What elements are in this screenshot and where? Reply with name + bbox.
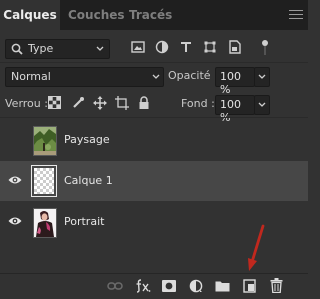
new-group-icon[interactable]: [215, 280, 230, 292]
new-layer-icon[interactable]: [243, 279, 256, 293]
lock-label: Verrou :: [5, 97, 48, 110]
chevron-down-icon: [258, 102, 266, 108]
opacity-label: Opacité :: [168, 69, 218, 82]
layer-row-paysage[interactable]: Paysage: [0, 120, 308, 160]
layer-name[interactable]: Paysage: [64, 133, 110, 146]
tab-couches[interactable]: Couches: [68, 0, 125, 30]
transparency-checkerboard: [34, 168, 54, 194]
layer-thumbnail: [33, 208, 57, 238]
adjustment-layer-icon[interactable]: [189, 279, 203, 293]
eye-icon[interactable]: [8, 216, 22, 226]
lock-image-pixels-icon[interactable]: [72, 96, 85, 109]
shape-filter-icon[interactable]: [203, 40, 217, 54]
chevron-down-icon: [152, 74, 160, 80]
lock-all-icon[interactable]: [138, 96, 150, 110]
portrait-thumbnail-image: [34, 209, 56, 237]
smart-object-filter-icon[interactable]: [228, 40, 242, 54]
delete-layer-icon[interactable]: [270, 278, 283, 293]
search-icon: [11, 43, 23, 55]
divider: [0, 62, 308, 63]
type-filter-icon[interactable]: [179, 40, 193, 54]
opacity-field[interactable]: 100 %: [215, 67, 255, 96]
tab-traces[interactable]: Tracés: [129, 0, 172, 30]
image-filter-icon[interactable]: [131, 40, 145, 54]
panel-tab-bar: Calques Couches Tracés: [0, 0, 308, 30]
layer-filter-select[interactable]: Type: [5, 39, 110, 59]
layers-bottom-toolbar: [0, 273, 308, 299]
layer-name[interactable]: Calque 1: [64, 174, 113, 187]
fx-icon[interactable]: [135, 277, 151, 293]
eye-icon[interactable]: [8, 175, 22, 185]
add-mask-icon[interactable]: [162, 280, 176, 292]
tab-calques[interactable]: Calques: [0, 0, 60, 30]
visibility-toggle-empty[interactable]: [6, 132, 24, 148]
lock-transparent-pixels-icon[interactable]: [48, 96, 61, 109]
fill-dropdown-button[interactable]: [254, 95, 270, 115]
landscape-thumbnail-image: [34, 127, 56, 155]
layer-thumbnail: [33, 126, 57, 156]
filter-kind-label: Type: [28, 42, 54, 55]
red-arrow-annotation: [248, 224, 265, 271]
lock-position-icon[interactable]: [93, 96, 107, 110]
layer-row-calque-1[interactable]: Calque 1: [0, 161, 308, 201]
adjustment-filter-icon[interactable]: [155, 40, 169, 54]
blend-mode-select[interactable]: Normal: [5, 67, 164, 87]
fill-label: Fond :: [181, 97, 215, 110]
fill-field[interactable]: 100 %: [215, 95, 255, 124]
opacity-dropdown-button[interactable]: [254, 67, 270, 87]
link-layers-icon[interactable]: [107, 281, 123, 291]
blend-mode-value: Normal: [11, 70, 51, 83]
opacity-value: 100 %: [220, 70, 241, 96]
layer-thumbnail: [31, 165, 57, 197]
divider: [0, 117, 308, 118]
layer-name[interactable]: Portrait: [64, 215, 104, 228]
filter-toggle-track: [264, 46, 266, 55]
chevron-down-icon: [258, 74, 266, 80]
lock-artboard-icon[interactable]: [115, 96, 129, 110]
chevron-down-icon: [96, 46, 104, 52]
panel-menu-icon[interactable]: [289, 10, 303, 20]
